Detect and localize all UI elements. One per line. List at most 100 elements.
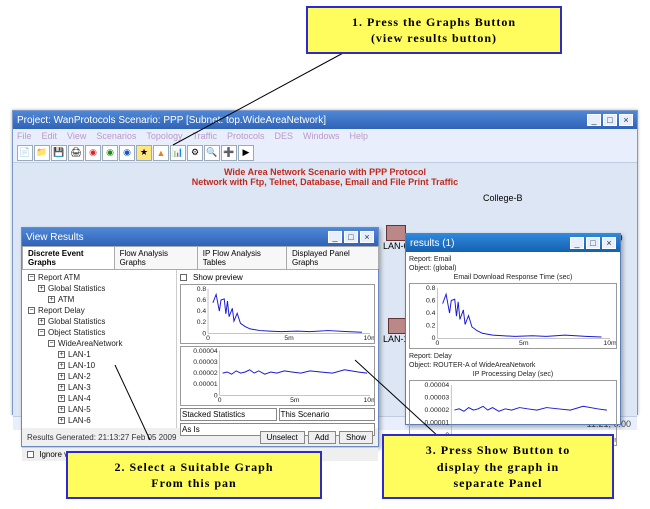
tree-item[interactable]: LAN-7 bbox=[24, 426, 174, 428]
callout-2: 2. Select a Suitable Graph From this pan bbox=[66, 451, 322, 499]
vr-title: View Results bbox=[26, 232, 84, 243]
tree-item-label: LAN-6 bbox=[68, 416, 91, 425]
popup-titlebar[interactable]: results (1) _ □ × bbox=[406, 234, 620, 252]
tree-item-label: Report Delay bbox=[38, 306, 85, 315]
expand-icon[interactable] bbox=[48, 296, 55, 303]
expand-icon[interactable] bbox=[38, 318, 45, 325]
tree-item[interactable]: LAN-4 bbox=[24, 393, 174, 404]
menu-edit[interactable]: Edit bbox=[42, 131, 58, 141]
network-canvas[interactable]: Wide Area Network Scenario with PPP Prot… bbox=[13, 163, 637, 416]
menu-scenarios[interactable]: Scenarios bbox=[96, 131, 136, 141]
popup-report-label: Report: Email bbox=[409, 255, 617, 264]
popup-close-button[interactable]: × bbox=[602, 237, 616, 249]
tool-icon[interactable]: ▲ bbox=[153, 145, 169, 161]
tree-item[interactable]: LAN-6 bbox=[24, 415, 174, 426]
show-button[interactable]: Show bbox=[339, 431, 373, 444]
tree-item[interactable]: WideAreaNetwork bbox=[24, 338, 174, 349]
minimize-button[interactable]: _ bbox=[587, 114, 601, 126]
vr-close-button[interactable]: × bbox=[360, 231, 374, 243]
tool-icon[interactable]: ⚙ bbox=[187, 145, 203, 161]
window-buttons: _ □ × bbox=[587, 114, 633, 126]
expand-icon[interactable] bbox=[28, 274, 35, 281]
tree-item[interactable]: LAN-2 bbox=[24, 371, 174, 382]
tool-icon[interactable]: 🖨 bbox=[68, 145, 84, 161]
tree-item-label: LAN-2 bbox=[68, 372, 91, 381]
tree-item[interactable]: Report Delay bbox=[24, 305, 174, 316]
expand-icon[interactable] bbox=[58, 351, 65, 358]
app-titlebar[interactable]: Project: WanProtocols Scenario: PPP [Sub… bbox=[13, 111, 637, 129]
node-college-b[interactable]: College-B bbox=[483, 193, 523, 203]
tree-item[interactable]: LAN-3 bbox=[24, 382, 174, 393]
svg-text:0.00002: 0.00002 bbox=[193, 370, 218, 377]
svg-text:0.00004: 0.00004 bbox=[193, 348, 218, 355]
menubar[interactable]: File Edit View Scenarios Topology Traffi… bbox=[13, 129, 637, 143]
tool-icon[interactable]: ◉ bbox=[102, 145, 118, 161]
tree-item-label: LAN-5 bbox=[68, 405, 91, 414]
select-stacked[interactable]: Stacked Statistics bbox=[180, 408, 277, 421]
maximize-button[interactable]: □ bbox=[603, 114, 617, 126]
expand-icon[interactable] bbox=[38, 285, 45, 292]
tree-item[interactable]: LAN-10 bbox=[24, 360, 174, 371]
expand-icon[interactable] bbox=[48, 340, 55, 347]
vr-minimize-button[interactable]: _ bbox=[328, 231, 342, 243]
menu-traffic[interactable]: Traffic bbox=[192, 131, 217, 141]
tree-item[interactable]: LAN-5 bbox=[24, 404, 174, 415]
tree-item[interactable]: Global Statistics bbox=[24, 283, 174, 294]
device-icon bbox=[386, 225, 406, 241]
menu-help[interactable]: Help bbox=[350, 131, 369, 141]
tool-icon[interactable]: ◉ bbox=[85, 145, 101, 161]
menu-file[interactable]: File bbox=[17, 131, 32, 141]
tab-flow-analysis[interactable]: Flow Analysis Graphs bbox=[114, 246, 198, 269]
svg-text:0.2: 0.2 bbox=[426, 323, 436, 330]
svg-text:10m: 10m bbox=[364, 335, 374, 342]
show-preview-checkbox[interactable] bbox=[180, 274, 187, 281]
tree-item[interactable]: LAN-1 bbox=[24, 349, 174, 360]
vr-titlebar[interactable]: View Results _ □ × bbox=[22, 228, 378, 246]
graphs-button[interactable]: 📊 bbox=[170, 145, 186, 161]
svg-text:0.8: 0.8 bbox=[426, 285, 436, 292]
menu-des[interactable]: DES bbox=[275, 131, 294, 141]
tree-item[interactable]: Object Statistics bbox=[24, 327, 174, 338]
tool-icon[interactable]: 📁 bbox=[34, 145, 50, 161]
close-button[interactable]: × bbox=[619, 114, 633, 126]
tree-item[interactable]: Global Statistics bbox=[24, 316, 174, 327]
popup-maximize-button[interactable]: □ bbox=[586, 237, 600, 249]
expand-icon[interactable] bbox=[58, 362, 65, 369]
expand-icon[interactable] bbox=[58, 395, 65, 402]
svg-text:0.00002: 0.00002 bbox=[424, 407, 449, 414]
tab-discrete-event[interactable]: Discrete Event Graphs bbox=[22, 246, 115, 269]
expand-icon[interactable] bbox=[38, 329, 45, 336]
toolbar: 📄 📁 💾 🖨 ◉ ◉ ◉ ★ ▲ 📊 ⚙ 🔍 ➕ ▶ bbox=[13, 143, 637, 163]
menu-topology[interactable]: Topology bbox=[146, 131, 182, 141]
tool-icon[interactable]: ◉ bbox=[119, 145, 135, 161]
tree-item-label: Report ATM bbox=[38, 273, 80, 282]
svg-text:5m: 5m bbox=[284, 335, 294, 342]
ignore-views-checkbox[interactable] bbox=[27, 451, 34, 458]
tab-ip-flow-tables[interactable]: IP Flow Analysis Tables bbox=[197, 246, 287, 269]
tool-icon[interactable]: 🔍 bbox=[204, 145, 220, 161]
add-button[interactable]: Add bbox=[308, 431, 336, 444]
tool-icon[interactable]: 📄 bbox=[17, 145, 33, 161]
expand-icon[interactable] bbox=[58, 406, 65, 413]
results-tree[interactable]: Report ATMGlobal StatisticsATMReport Del… bbox=[22, 270, 177, 428]
menu-windows[interactable]: Windows bbox=[303, 131, 340, 141]
popup-minimize-button[interactable]: _ bbox=[570, 237, 584, 249]
select-scenario[interactable]: This Scenario bbox=[279, 408, 376, 421]
tab-displayed-panel[interactable]: Displayed Panel Graphs bbox=[286, 246, 379, 269]
expand-icon[interactable] bbox=[58, 384, 65, 391]
tool-icon[interactable]: ➕ bbox=[221, 145, 237, 161]
tree-item[interactable]: Report ATM bbox=[24, 272, 174, 283]
tool-icon[interactable]: ▶ bbox=[238, 145, 254, 161]
tool-icon[interactable]: 💾 bbox=[51, 145, 67, 161]
unselect-button[interactable]: Unselect bbox=[260, 431, 305, 444]
svg-text:0.00001: 0.00001 bbox=[193, 381, 218, 388]
menu-view[interactable]: View bbox=[67, 131, 86, 141]
vr-maximize-button[interactable]: □ bbox=[344, 231, 358, 243]
tool-icon[interactable]: ★ bbox=[136, 145, 152, 161]
expand-icon[interactable] bbox=[58, 373, 65, 380]
tree-item[interactable]: ATM bbox=[24, 294, 174, 305]
svg-text:0.6: 0.6 bbox=[197, 297, 207, 304]
menu-protocols[interactable]: Protocols bbox=[227, 131, 265, 141]
expand-icon[interactable] bbox=[28, 307, 35, 314]
expand-icon[interactable] bbox=[58, 417, 65, 424]
